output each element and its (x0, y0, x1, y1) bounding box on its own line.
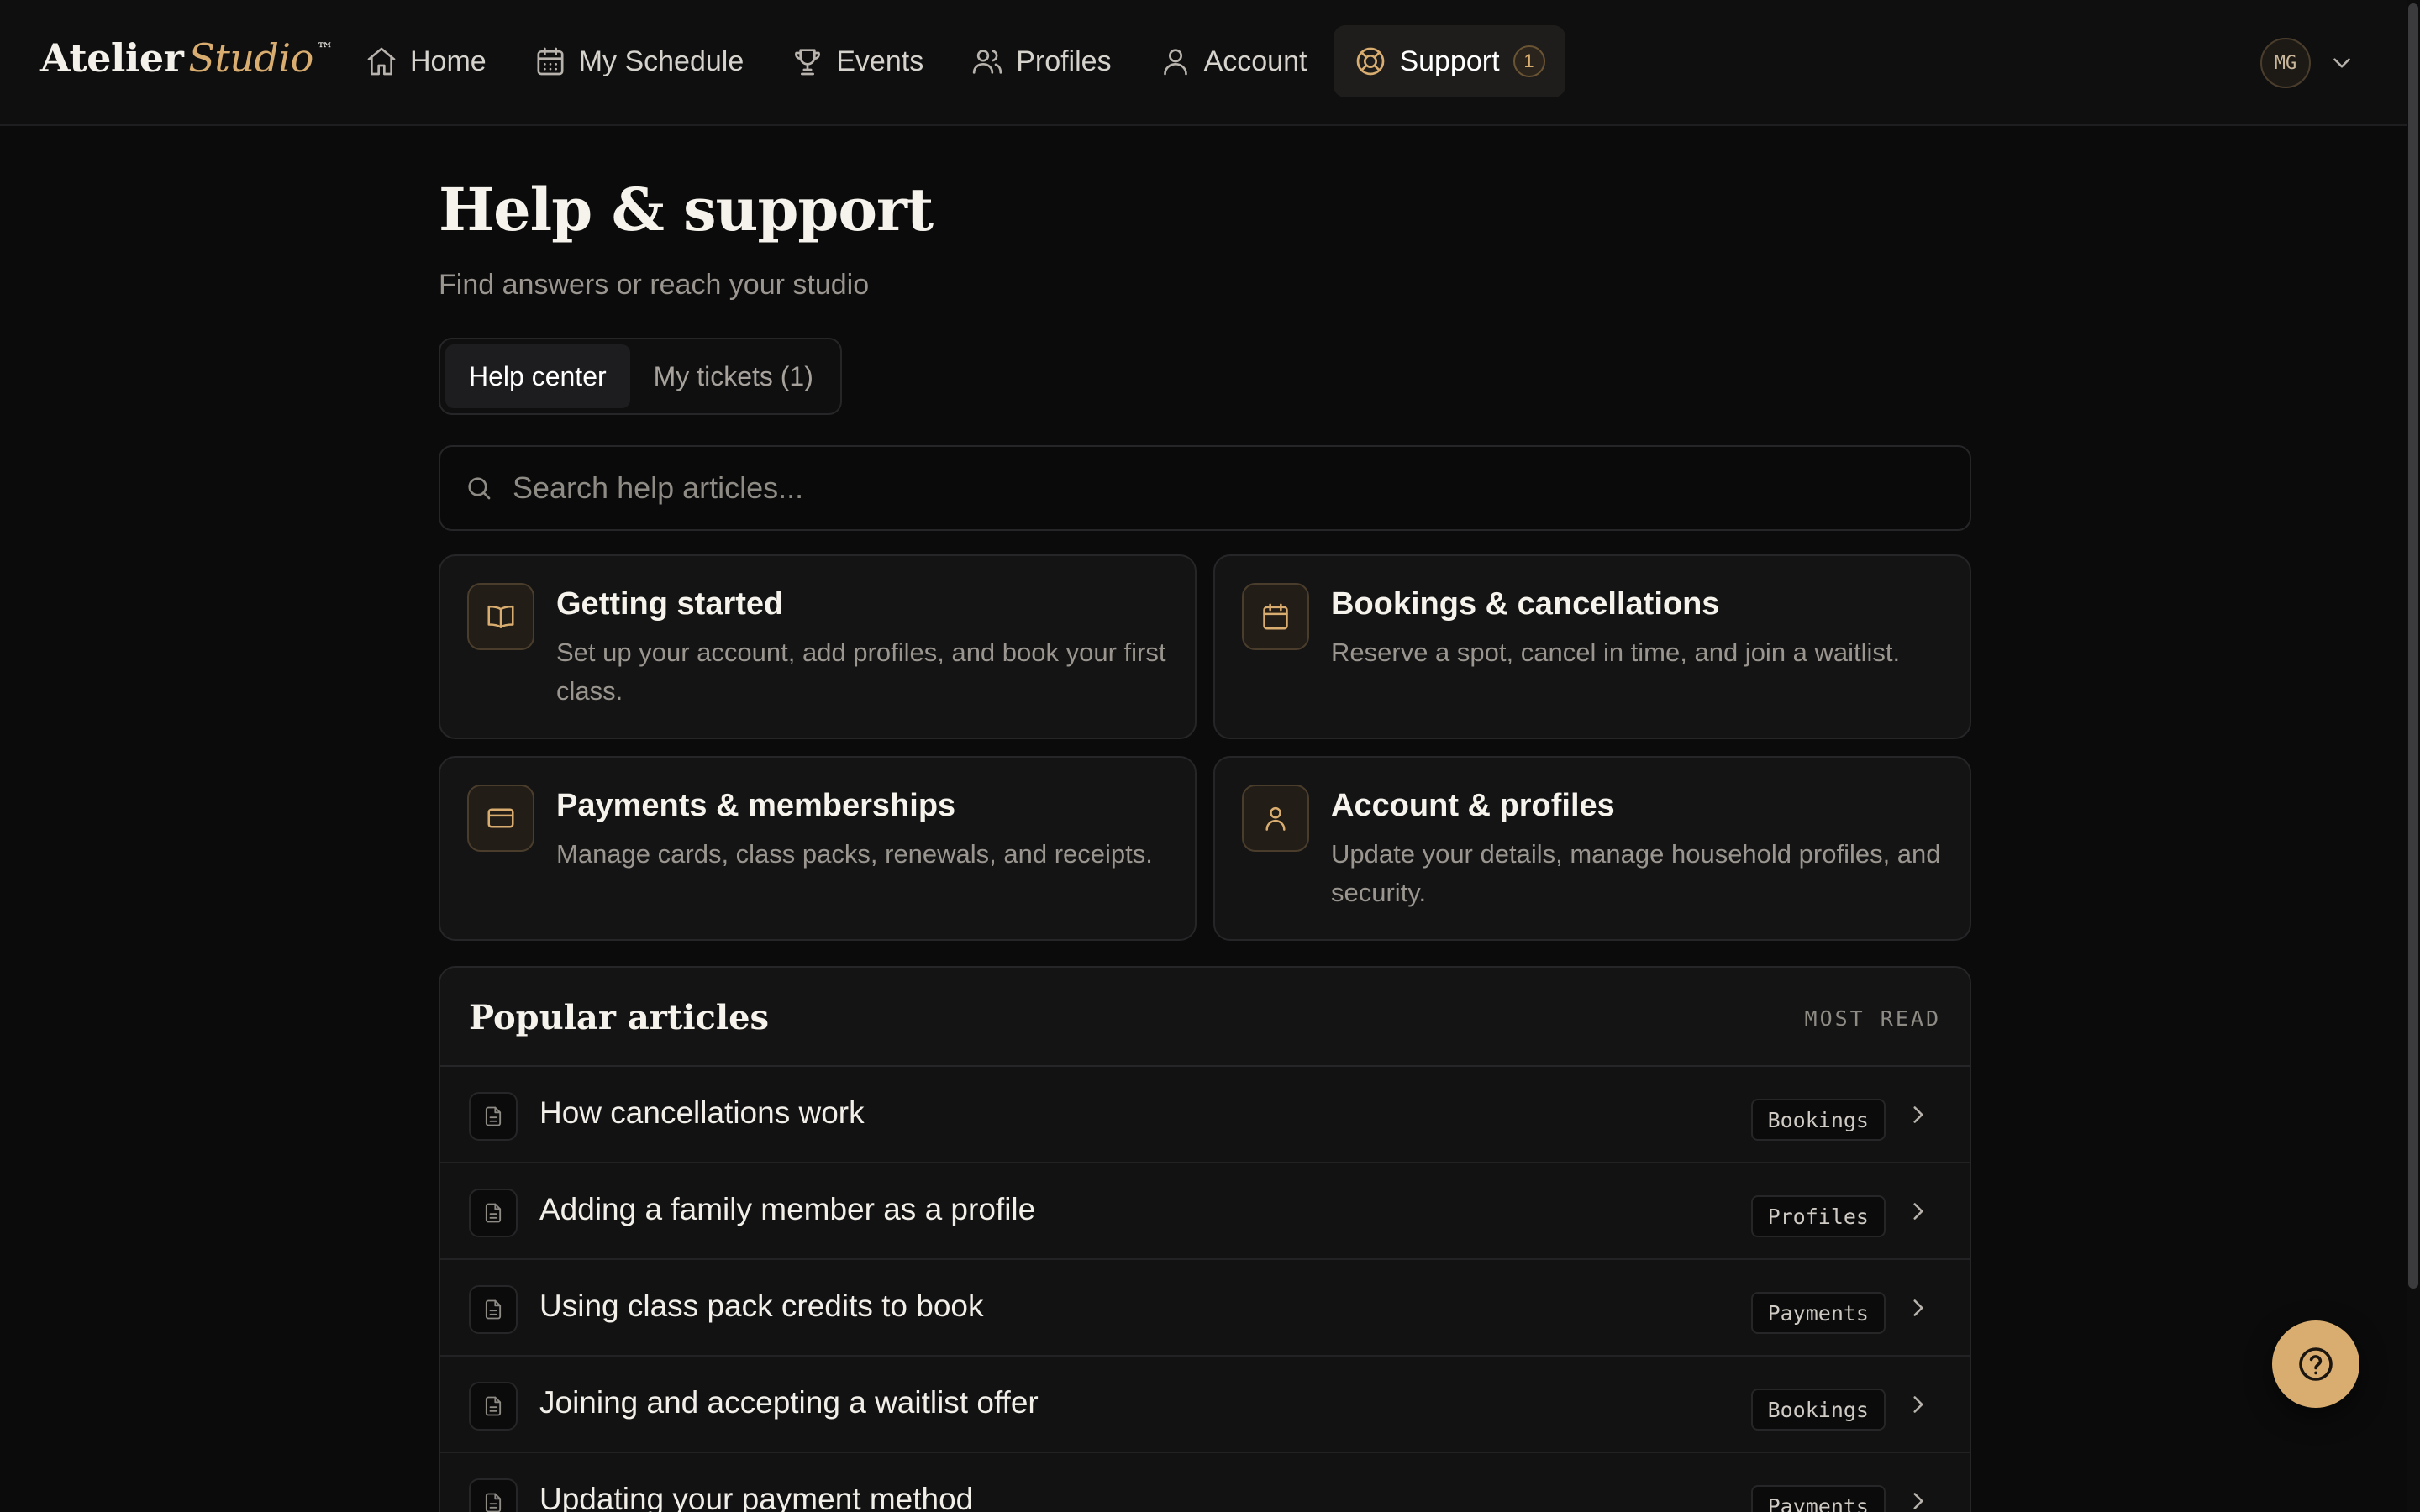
tab-help-center[interactable]: Help center (445, 344, 630, 408)
category-card-account[interactable]: Account & profiles Update your details, … (1213, 756, 1971, 941)
article-title: How cancellations work (539, 1095, 865, 1130)
credit-card-icon (467, 785, 534, 852)
category-card-payments[interactable]: Payments & memberships Manage cards, cla… (439, 756, 1197, 941)
article-category-tag: Profiles (1750, 1195, 1886, 1237)
nav-label: Profiles (1016, 45, 1112, 77)
document-icon (469, 1285, 518, 1334)
nav-account[interactable]: Account (1139, 25, 1328, 97)
article-row[interactable]: Adding a family member as a profile Prof… (440, 1163, 1970, 1260)
brand-accent: Studio (188, 35, 313, 81)
card-description: Reserve a spot, cancel in time, and join… (1331, 638, 1901, 667)
tab-my-tickets[interactable]: My tickets (1) (630, 344, 837, 408)
chevron-right-icon (1904, 1487, 1933, 1512)
nav-my-schedule[interactable]: My Schedule (513, 25, 765, 97)
nav-label: Account (1203, 45, 1307, 77)
support-tabs: Help center My tickets (1) (439, 338, 842, 415)
user-icon (1159, 45, 1192, 78)
calendar-icon (534, 45, 567, 78)
nav-home[interactable]: Home (345, 25, 507, 97)
support-count-badge: 1 (1512, 45, 1545, 77)
card-description: Set up your account, add profiles, and b… (556, 638, 1166, 706)
article-category-tag: Payments (1750, 1485, 1886, 1512)
book-open-icon (467, 583, 534, 650)
search-icon (464, 473, 494, 503)
avatar[interactable]: MG (2260, 38, 2311, 88)
help-fab-button[interactable] (2272, 1320, 2360, 1408)
chevron-right-icon (1904, 1294, 1933, 1322)
chevron-right-icon (1904, 1197, 1933, 1226)
help-circle-icon (2296, 1344, 2336, 1384)
article-row[interactable]: Using class pack credits to book Payment… (440, 1260, 1970, 1357)
lifebuoy-icon (1354, 45, 1387, 78)
nav-events[interactable]: Events (771, 25, 944, 97)
document-icon (469, 1382, 518, 1431)
brand-trademark: ™ (316, 39, 334, 59)
article-category-tag: Payments (1750, 1292, 1886, 1334)
top-nav: Atelier Studio ™ Home My Schedule Events P… (0, 0, 2407, 126)
document-icon (469, 1478, 518, 1512)
category-card-bookings[interactable]: Bookings & cancellations Reserve a spot,… (1213, 554, 1971, 739)
calendar-icon (1242, 583, 1309, 650)
users-icon (971, 45, 1004, 78)
article-category-tag: Bookings (1750, 1389, 1886, 1431)
article-category-tag: Bookings (1750, 1099, 1886, 1141)
article-title: Adding a family member as a profile (539, 1192, 1036, 1226)
article-title: Using class pack credits to book (539, 1289, 984, 1323)
chevron-right-icon (1904, 1390, 1933, 1419)
chevron-down-icon[interactable] (2328, 49, 2356, 77)
section-tag: MOST READ (1804, 1006, 1941, 1031)
nav-label: Home (410, 45, 487, 77)
nav-label: Events (836, 45, 924, 77)
scrollbar-thumb[interactable] (2408, 3, 2418, 1289)
card-title: Payments & memberships (556, 788, 956, 823)
home-icon (365, 45, 398, 78)
nav-label: My Schedule (578, 45, 744, 77)
card-title: Account & profiles (1331, 788, 1615, 823)
brand-name: Atelier (40, 35, 184, 81)
card-title: Getting started (556, 586, 784, 622)
card-description: Manage cards, class packs, renewals, and… (556, 839, 1153, 869)
nav-support[interactable]: Support 1 (1334, 25, 1565, 97)
nav-profiles[interactable]: Profiles (950, 25, 1131, 97)
popular-articles-panel: Popular articles MOST READ How cancellat… (439, 966, 1971, 1512)
main-nav: Home My Schedule Events Profiles Account (345, 25, 1565, 97)
document-icon (469, 1092, 518, 1141)
card-description: Update your details, manage household pr… (1331, 839, 1941, 907)
user-icon (1242, 785, 1309, 852)
section-title: Popular articles (469, 998, 770, 1037)
search-input[interactable] (513, 470, 1970, 506)
page-subtitle: Find answers or reach your studio (439, 269, 870, 301)
trophy-icon (791, 45, 824, 78)
article-title: Updating your payment method (539, 1482, 974, 1512)
article-row[interactable]: Updating your payment method Payments (440, 1453, 1970, 1512)
brand-logo[interactable]: Atelier Studio ™ (40, 35, 334, 81)
popular-articles-header: Popular articles MOST READ (440, 968, 1970, 1067)
card-title: Bookings & cancellations (1331, 586, 1720, 622)
nav-label: Support (1399, 45, 1500, 77)
category-card-getting-started[interactable]: Getting started Set up your account, add… (439, 554, 1197, 739)
chevron-right-icon (1904, 1100, 1933, 1129)
article-row[interactable]: Joining and accepting a waitlist offer B… (440, 1357, 1970, 1453)
article-title: Joining and accepting a waitlist offer (539, 1385, 1039, 1420)
page-title: Help & support (439, 175, 934, 244)
article-row[interactable]: How cancellations work Bookings (440, 1067, 1970, 1163)
document-icon (469, 1189, 518, 1237)
search-bar (439, 445, 1971, 531)
